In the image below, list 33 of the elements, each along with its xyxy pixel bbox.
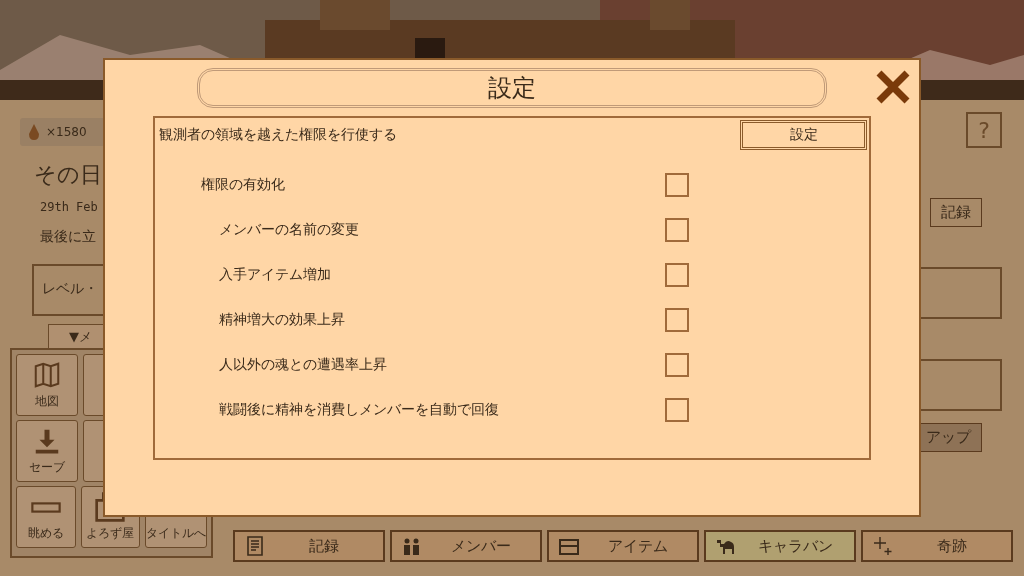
checkbox[interactable] — [665, 172, 689, 197]
menu-tile[interactable]: 地図 — [16, 354, 78, 416]
currency-amount: ×1580 — [46, 125, 87, 139]
day-title: その日 — [34, 161, 102, 189]
nav-tab[interactable]: 記録 — [233, 530, 385, 562]
settings-button[interactable]: 設定 — [740, 120, 867, 150]
option-label: 戦闘後に精神を消費しメンバーを自動で回復 — [219, 400, 500, 419]
date-text: 29th Feb — [40, 200, 99, 214]
checkbox[interactable] — [665, 307, 689, 332]
section-heading: 観測者の領域を越えた権限を行使する — [159, 126, 397, 144]
document-icon — [245, 536, 265, 556]
ruler-icon — [30, 501, 61, 513]
checkbox[interactable] — [665, 217, 689, 242]
record-button[interactable]: 記録 — [930, 198, 982, 227]
help-button[interactable]: ? — [966, 112, 1002, 148]
checkbox[interactable] — [665, 262, 689, 287]
option-label: 人以外の魂との遭遇率上昇 — [219, 355, 388, 374]
menu-tile[interactable]: セーブ — [16, 420, 78, 482]
status-text: 最後に立 — [40, 228, 97, 246]
checkbox[interactable] — [665, 352, 689, 377]
option-label: メンバーの名前の変更 — [219, 220, 360, 239]
map-icon — [32, 360, 62, 390]
option-label: 権限の有効化 — [201, 175, 286, 194]
nav-tab[interactable]: メンバー — [390, 530, 542, 562]
chest-icon — [559, 536, 579, 556]
nav-tab[interactable]: アイテム — [547, 530, 699, 562]
people-icon — [402, 536, 422, 556]
menu-tile[interactable]: 眺める — [16, 486, 76, 548]
nav-tab[interactable]: キャラバン — [704, 530, 856, 562]
nav-tab[interactable]: 奇跡 — [861, 530, 1013, 562]
sparkle-icon — [873, 536, 893, 556]
checkbox[interactable] — [665, 397, 689, 422]
dialog-title: 設定 — [488, 73, 536, 104]
